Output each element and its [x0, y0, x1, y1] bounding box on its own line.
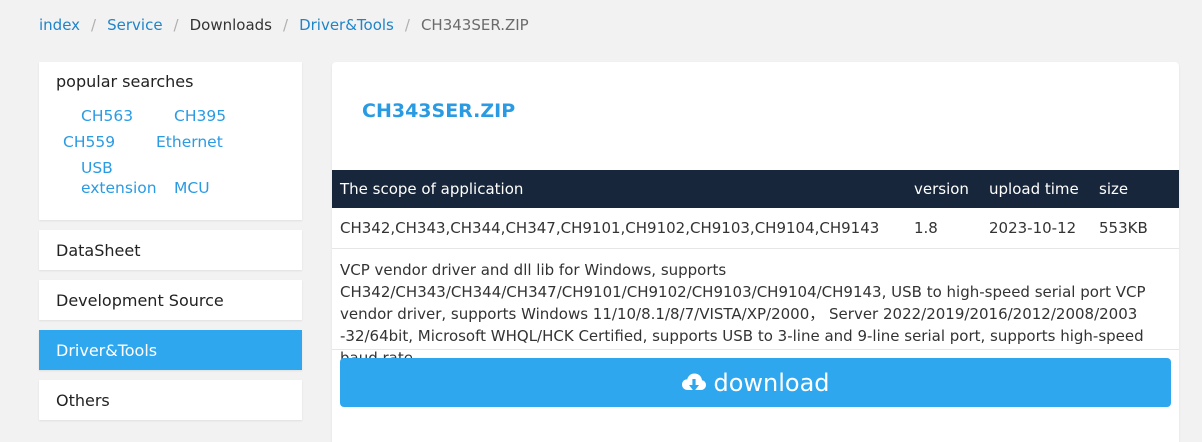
- breadcrumb-separator: /: [173, 16, 179, 34]
- divider: [332, 349, 1179, 350]
- breadcrumb-separator: /: [91, 16, 97, 34]
- download-button[interactable]: download: [340, 358, 1171, 407]
- version-cell: 1.8: [914, 219, 938, 237]
- breadcrumb: index / Service / Downloads / Driver&Too…: [39, 14, 529, 36]
- breadcrumb-current: CH343SER.ZIP: [420, 16, 529, 34]
- breadcrumb-service[interactable]: Service: [107, 16, 162, 34]
- popular-tag-ethernet[interactable]: Ethernet: [156, 132, 223, 152]
- popular-searches-panel: popular searches CH563 CH395 CH559 Ether…: [39, 62, 302, 220]
- sidebar-item-driver-tools[interactable]: Driver&Tools: [39, 330, 302, 370]
- sidebar: popular searches CH563 CH395 CH559 Ether…: [39, 62, 302, 420]
- table-header: The scope of application version upload …: [332, 170, 1179, 208]
- breadcrumb-index[interactable]: index: [39, 16, 80, 34]
- sidebar-item-others[interactable]: Others: [39, 380, 302, 420]
- sidebar-item-datasheet[interactable]: DataSheet: [39, 230, 302, 270]
- breadcrumb-separator: /: [283, 16, 289, 34]
- sidebar-item-development-source[interactable]: Development Source: [39, 280, 302, 320]
- breadcrumb-driver-tools[interactable]: Driver&Tools: [299, 16, 394, 34]
- size-cell: 553KB: [1099, 219, 1148, 237]
- scope-cell: CH342,CH343,CH344,CH347,CH9101,CH9102,CH…: [340, 219, 880, 237]
- column-header-scope: The scope of application: [340, 180, 524, 198]
- breadcrumb-downloads: Downloads: [189, 16, 272, 34]
- popular-tag-ch559[interactable]: CH559: [63, 132, 115, 152]
- download-label: download: [713, 368, 830, 397]
- column-header-version: version: [914, 180, 969, 198]
- popular-tag-ch563[interactable]: CH563: [81, 106, 133, 126]
- popular-tag-usb-extension[interactable]: USB extension: [81, 158, 161, 198]
- page-title: CH343SER.ZIP: [362, 100, 516, 122]
- cloud-download-icon: [681, 371, 707, 395]
- column-header-upload-time: upload time: [989, 180, 1079, 198]
- file-description: VCP vendor driver and dll lib for Window…: [340, 261, 1146, 367]
- file-detail-panel: CH343SER.ZIP The scope of application ve…: [332, 62, 1179, 442]
- breadcrumb-separator: /: [404, 16, 410, 34]
- column-header-size: size: [1099, 180, 1129, 198]
- table-row: CH342,CH343,CH344,CH347,CH9101,CH9102,CH…: [332, 208, 1179, 249]
- popular-searches-title: popular searches: [56, 72, 194, 91]
- upload-time-cell: 2023-10-12: [989, 219, 1077, 237]
- popular-tag-ch395[interactable]: CH395: [174, 106, 226, 126]
- popular-tag-mcu[interactable]: MCU: [174, 178, 210, 198]
